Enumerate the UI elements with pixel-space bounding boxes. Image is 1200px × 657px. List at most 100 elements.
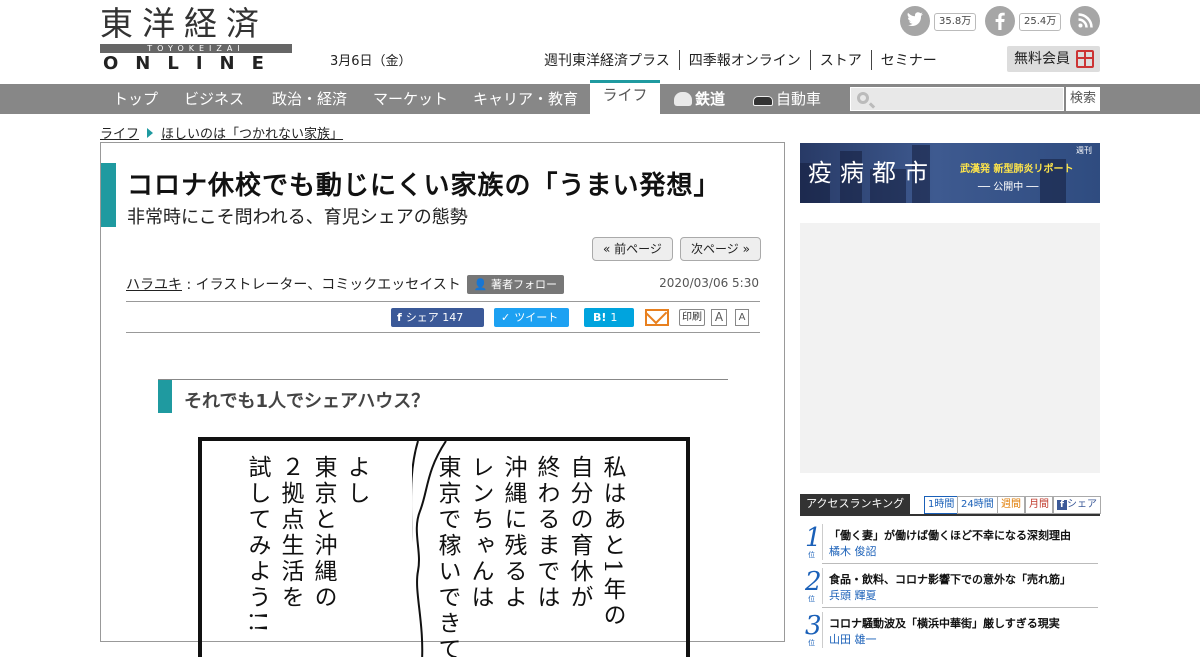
banner-subtitle: 武漢発 新型肺炎リポート — [960, 164, 1074, 175]
follow-author-button[interactable]: 👤 著者フォロー — [466, 275, 564, 294]
rank-unit: 位 — [808, 639, 815, 647]
font-small-button[interactable]: A — [735, 309, 749, 326]
search-button[interactable]: 検索 — [1066, 87, 1100, 111]
search-icon — [857, 92, 869, 104]
free-member-label: 無料会員 — [1014, 51, 1070, 67]
site-header: 東洋経済 TOYOKEIZAI ONLINE 3月6日（金） 35.8万 25.… — [0, 0, 1200, 84]
rank-number: 1 — [805, 523, 822, 553]
twitter-count: 35.8万 — [934, 13, 977, 31]
link-weekly-plus[interactable]: 週刊東洋経済プラス — [544, 50, 679, 70]
hatena-bookmark-button[interactable]: B! 1 — [584, 308, 634, 327]
nav-career[interactable]: キャリア・教育 — [473, 84, 578, 114]
nav-automobile-label: 自動車 — [776, 90, 822, 108]
rank-divider — [822, 612, 823, 648]
rank-author[interactable]: 兵頭 輝夏 — [829, 587, 877, 603]
comic-line: 終わるまでは — [533, 455, 559, 611]
twitter-share-label: ツイート — [514, 311, 559, 324]
link-store[interactable]: ストア — [809, 50, 871, 70]
author-line: ハラユキ : イラストレーター、コミックエッセイスト 👤 著者フォロー — [126, 274, 564, 294]
car-icon — [753, 96, 773, 106]
rank-title[interactable]: コロナ騒動波及「横浜中華街」厳しすぎる現実 — [829, 615, 1060, 631]
next-page-button[interactable]: 次ページ » — [680, 237, 761, 261]
rank-author[interactable]: 橘木 俊詔 — [829, 543, 877, 559]
main-navigation: トップ ビジネス 政治・経済 マーケット キャリア・教育 ライフ 鉄道 自動車 … — [0, 80, 1200, 114]
comic-line: 試してみよう!! — [244, 455, 270, 636]
breadcrumb: ライフ ほしいのは「つかれない家族」 — [100, 123, 343, 142]
ranking-tab-week[interactable]: 週間 — [997, 496, 1025, 514]
nav-market[interactable]: マーケット — [373, 84, 448, 114]
ranking-item[interactable]: 1 位 「働く妻」が働けば働くほど不幸になる深刻理由 橘木 俊詔 — [800, 520, 1100, 564]
epidemic-city-banner[interactable]: 疫病都市 週刊 武漢発 新型肺炎リポート ── 公開中 ── — [800, 143, 1100, 203]
comic-line: よし — [343, 455, 369, 507]
banner-title: 疫病都市 — [808, 159, 936, 187]
rank-divider — [822, 524, 823, 560]
ranking-tabs: アクセスランキング 1時間 24時間 週間 月間 f シェア — [800, 494, 1101, 514]
ranking-tab-24h[interactable]: 24時間 — [957, 496, 998, 514]
follow-person-icon: 👤 — [473, 278, 488, 291]
divider — [126, 301, 760, 302]
title-accent-bar — [101, 163, 116, 227]
section-heading: それでも1人でシェアハウス？ — [158, 379, 728, 413]
rank-number: 2 — [805, 567, 822, 597]
banner-status: ── 公開中 ── — [978, 182, 1039, 193]
link-seminar[interactable]: セミナー — [870, 50, 946, 70]
comic-line: ２拠点生活を — [277, 455, 303, 611]
nav-top[interactable]: トップ — [113, 84, 158, 114]
ranking-item[interactable]: 2 位 食品・飲料、コロナ影響下での意外な「売れ筋」 兵頭 輝夏 — [800, 564, 1100, 608]
top-links: 週刊東洋経済プラス 四季報オンライン ストア セミナー — [544, 50, 946, 70]
article-container: コロナ休校でも動じにくい家族の「うまい発想」 非常時にこそ問われる、育児シェアの… — [100, 142, 785, 657]
ranking-tab-month[interactable]: 月間 — [1025, 496, 1053, 514]
advertisement-slot[interactable] — [800, 223, 1100, 473]
section-accent-bar — [158, 380, 172, 413]
logo-kanji: 東洋経済 — [100, 4, 268, 43]
nav-politics-economy[interactable]: 政治・経済 — [272, 84, 347, 114]
prev-page-button[interactable]: « 前ページ — [592, 237, 673, 261]
nav-railway[interactable]: 鉄道 — [674, 84, 725, 114]
rank-author[interactable]: 山田 雄一 — [829, 631, 877, 647]
mail-icon[interactable] — [645, 309, 669, 326]
print-button[interactable]: 印刷 — [679, 309, 705, 326]
hatena-icon: B! — [593, 311, 607, 324]
publish-date: 2020/03/06 5:30 — [659, 276, 759, 290]
rank-title[interactable]: 「働く妻」が働けば働くほど不幸になる深刻理由 — [829, 527, 1071, 543]
comic-line: 私はあと1年の — [599, 455, 625, 629]
twitter-icon[interactable] — [900, 6, 930, 36]
search-input[interactable] — [850, 87, 1064, 111]
facebook-share-label: シェア 147 — [405, 311, 464, 324]
nav-automobile[interactable]: 自動車 — [753, 84, 821, 114]
breadcrumb-series[interactable]: ほしいのは「つかれない家族」 — [161, 127, 343, 142]
facebook-icon[interactable] — [985, 6, 1015, 36]
banner-corner-label: 週刊 — [1076, 146, 1092, 155]
twitter-share-button[interactable]: ✓ ツイート — [494, 308, 569, 327]
speech-bubble-outline — [412, 441, 447, 657]
ranking-tab-share-label: シェア — [1067, 499, 1097, 510]
site-logo[interactable]: 東洋経済 TOYOKEIZAI ONLINE — [100, 4, 292, 74]
comic-line: レンちゃんは — [467, 455, 493, 611]
nav-business[interactable]: ビジネス — [184, 84, 244, 114]
facebook-count: 25.4万 — [1019, 13, 1062, 31]
hatena-count: 1 — [610, 311, 618, 324]
facebook-icon: f — [1057, 500, 1067, 510]
free-member-button[interactable]: 無料会員 — [1007, 46, 1100, 72]
ranking-item[interactable]: 3 位 コロナ騒動波及「横浜中華街」厳しすぎる現実 山田 雄一 — [800, 608, 1100, 652]
rank-number: 3 — [805, 611, 822, 641]
gift-icon — [1076, 50, 1094, 68]
ranking-tab-1h[interactable]: 1時間 — [924, 496, 959, 514]
rank-title[interactable]: 食品・飲料、コロナ影響下での意外な「売れ筋」 — [829, 571, 1071, 587]
rank-divider — [822, 568, 823, 604]
breadcrumb-section[interactable]: ライフ — [100, 127, 139, 142]
nav-life[interactable]: ライフ — [590, 80, 660, 114]
font-large-button[interactable]: A — [711, 309, 727, 326]
article-subtitle: 非常時にこそ問われる、育児シェアの態勢 — [127, 207, 468, 228]
twitter-icon: ✓ — [501, 311, 511, 324]
ranking-tab-share[interactable]: f シェア — [1053, 496, 1101, 514]
ranking-heading: アクセスランキング — [800, 494, 911, 514]
logo-online: ONLINE — [103, 53, 281, 74]
divider — [126, 332, 760, 333]
facebook-icon: f — [397, 311, 402, 324]
link-shikiho[interactable]: 四季報オンライン — [678, 50, 810, 70]
rss-icon[interactable] — [1070, 6, 1100, 36]
comic-line: 自分の育休が — [566, 455, 592, 611]
facebook-share-button[interactable]: f シェア 147 — [391, 308, 484, 327]
author-name[interactable]: ハラユキ — [126, 277, 182, 293]
